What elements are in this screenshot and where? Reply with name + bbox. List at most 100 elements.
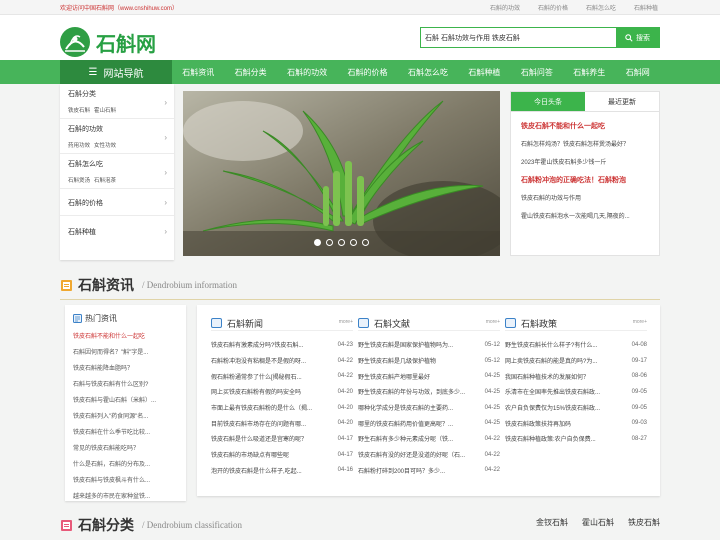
list-item[interactable]: 泡开的铁皮石斛是什么样子,吃起... 04-16 (211, 463, 353, 479)
list-item[interactable]: 石斛粉冲泡没有粘稠是不是假的呀... 04-22 (211, 353, 353, 369)
headline-link[interactable]: 铁皮石斛不能和什么一起吃 (521, 121, 649, 131)
list-item[interactable]: 哪里的铁皮石斛药用价值更高呢？... 04-25 (358, 415, 500, 431)
column-title: 石斛政策 (521, 319, 558, 329)
sidebar-item-price[interactable]: 石斛的价格 › (60, 189, 174, 216)
list-item[interactable]: 石斛粉打碎到200目可吗？多少... 04-22 (358, 463, 500, 479)
slider-dot[interactable] (338, 239, 345, 246)
sidebar-item-how-to-eat[interactable]: 石斛怎么吃 石斛煲汤 石斛泡茶 › (60, 154, 174, 189)
dendrobium-logo-icon (60, 27, 90, 57)
list-item[interactable]: 铁皮石斛有激素成分吗?铁皮石斛... 04-23 (211, 337, 353, 353)
top-link-efficacy[interactable]: 石斛的功效 (490, 3, 520, 12)
sidebar-sub-link[interactable]: 石斛泡茶 (94, 176, 116, 184)
tab-huoshan[interactable]: 霍山石斛 (582, 517, 614, 528)
tab-recent-updates[interactable]: 最近更新 (585, 92, 659, 111)
chevron-right-icon: › (164, 98, 167, 107)
list-item[interactable]: 野生石斛有多少种元素成分呢（铁... 04-22 (358, 431, 500, 447)
list-item[interactable]: 铁皮石斛的市场缺点有哪些呢 04-17 (211, 447, 353, 463)
slider-dot[interactable] (326, 239, 333, 246)
nav-title[interactable]: ☰ 网站导航 (60, 60, 172, 84)
search-input[interactable] (421, 28, 616, 47)
banner-slider[interactable] (183, 91, 500, 256)
hot-news-item[interactable]: 铁皮石斛不能和什么一起吃 (73, 331, 178, 340)
top-link-planting[interactable]: 石斛种植 (634, 3, 658, 12)
sidebar-item-category[interactable]: 石斛分类 铁皮石斛 霍山石斛 › (60, 84, 174, 119)
more-link[interactable]: more+ (633, 319, 647, 325)
tab-today-headlines[interactable]: 今日头条 (511, 92, 585, 111)
nav-item-price[interactable]: 石斛的价格 (348, 67, 388, 78)
item-title: 泡开的铁皮石斛是什么样子,吃起... (211, 468, 302, 475)
headline-link[interactable]: 石斛粉冲泡的正确吃法！石斛粉泡 (521, 175, 649, 185)
nav-item-efficacy[interactable]: 石斛的功效 (287, 67, 327, 78)
slider-dots (314, 239, 369, 246)
list-item[interactable]: 野生铁皮石斛长什么样子?有什么... 04-08 (505, 337, 647, 353)
news-link[interactable]: 2023年霍山铁皮石斛多少钱一斤 (521, 157, 649, 166)
slider-dot[interactable] (314, 239, 321, 246)
list-item[interactable]: 网上卖铁皮石斛的能是真的吗?为... 09-17 (505, 353, 647, 369)
list-item[interactable]: 目前铁皮石斛市场存在的问题有哪... 04-20 (211, 415, 353, 431)
search-button[interactable]: 搜索 (616, 28, 659, 47)
sidebar-sub-link[interactable]: 铁皮石斛 (68, 106, 90, 114)
list-item[interactable]: 我国石斛种植技术的发展如何？ 08-06 (505, 368, 647, 384)
tab-jinchai[interactable]: 金钗石斛 (536, 517, 568, 528)
sidebar-sub-link[interactable]: 药用功效 (68, 141, 90, 149)
hot-news-item[interactable]: 铁皮石斛列入"药食同源"名... (73, 411, 178, 420)
nav-item-category[interactable]: 石斛分类 (235, 67, 267, 78)
logo-text: 石斛网 (96, 31, 156, 56)
sidebar-sub-link[interactable]: 女性功效 (94, 141, 116, 149)
section-subtitle: / Dendrobium information (142, 280, 237, 290)
policy-icon (505, 318, 516, 328)
news-link[interactable]: 霍山铁皮石斛泡水一次能喝几天,隔夜的... (521, 211, 649, 220)
item-title: 网上买铁皮石斛粉有假的吗安全吗 (211, 390, 302, 397)
hot-news-item[interactable]: 铁皮石斛在什么季节吃比较... (73, 427, 178, 436)
list-item[interactable]: 野生铁皮石斛产地哪里最好 04-25 (358, 368, 500, 384)
slider-dot[interactable] (350, 239, 357, 246)
slider-dot[interactable] (362, 239, 369, 246)
nav-item-home[interactable]: 石斛网 (626, 67, 650, 78)
list-item[interactable]: 野生铁皮石斛的年份与功效，到底多少... 04-25 (358, 384, 500, 400)
main-nav: ☰ 网站导航 石斛资讯 石斛分类 石斛的功效 石斛的价格 石斛怎么吃 石斛种植 … (0, 60, 720, 84)
nav-item-how-to-eat[interactable]: 石斛怎么吃 (408, 67, 448, 78)
list-item[interactable]: 农户自负保费仅为15%铁皮石斛政... 09-05 (505, 400, 647, 416)
hot-news-item[interactable]: 铁皮石斛能降血脂吗？ (73, 363, 178, 372)
list-item[interactable]: 野生铁皮石斛是国家保护植物吗为... 05-12 (358, 337, 500, 353)
list-item[interactable]: 网上买铁皮石斛粉有假的吗安全吗 04-20 (211, 384, 353, 400)
list-item[interactable]: 铁皮石斛是什么吸道还是宫寒的呢？ 04-17 (211, 431, 353, 447)
list-item[interactable]: 哪种化学成分是铁皮石斛的主要药... 04-25 (358, 400, 500, 416)
list-item[interactable]: 铁皮石斛有没的好还是没道的好呢（石... 04-22 (358, 447, 500, 463)
news-link[interactable]: 铁皮石斛的功效与作用 (521, 193, 649, 202)
hot-news-item[interactable]: 常见的铁皮石斛能吃吗？ (73, 443, 178, 452)
sidebar-sub-link[interactable]: 霍山石斛 (94, 106, 116, 114)
top-link-how-to-eat[interactable]: 石斛怎么吃 (586, 3, 616, 12)
item-title: 野生石斛有多少种元素成分呢（铁... (358, 437, 454, 444)
chevron-right-icon: › (164, 133, 167, 142)
list-item[interactable]: 铁皮石斛种植政策:农户自负保费... 08-27 (505, 431, 647, 447)
item-date: 04-16 (337, 467, 353, 474)
sidebar-item-title: 石斛分类 (68, 91, 96, 98)
list-item[interactable]: 市面上最有铁皮石斛粉的是什么（揭... 04-20 (211, 400, 353, 416)
nav-item-qa[interactable]: 石斛问答 (521, 67, 553, 78)
item-title: 市面上最有铁皮石斛粉的是什么（揭... (211, 406, 313, 413)
list-item[interactable]: 乐清市在全国率先推出铁皮石斛政... 09-05 (505, 384, 647, 400)
news-link[interactable]: 石斛怎样炖汤？铁皮石斛怎样煲汤最好？ (521, 139, 649, 148)
sidebar-sub-link[interactable]: 石斛煲汤 (68, 176, 90, 184)
hot-news-item[interactable]: 石斛与铁皮石斛有什么区别? (73, 379, 178, 388)
list-item[interactable]: 假石斛粉通常参了什么[揭秘假石... 04-22 (211, 368, 353, 384)
more-link[interactable]: more+ (339, 319, 353, 325)
hot-news-item[interactable]: 铁皮石斛与霍山石斛（米斛）... (73, 395, 178, 404)
list-item[interactable]: 野生铁皮石斛是几级保护植物 05-12 (358, 353, 500, 369)
hot-news-item[interactable]: 石斛因何而得名？"斛"字是... (73, 347, 178, 356)
sidebar-item-efficacy[interactable]: 石斛的功效 药用功效 女性功效 › (60, 119, 174, 154)
hot-news-item[interactable]: 什么是石斛，石斛的分布及... (73, 459, 178, 468)
site-logo[interactable]: 石斛网 (60, 27, 156, 57)
nav-item-news[interactable]: 石斛资讯 (182, 67, 214, 78)
category-sidebar: 石斛分类 铁皮石斛 霍山石斛 › 石斛的功效 药用功效 女性功效 › 石斛怎么吃 石… (60, 84, 174, 260)
top-link-price[interactable]: 石斛的价格 (538, 3, 568, 12)
nav-item-planting[interactable]: 石斛种植 (468, 67, 500, 78)
tab-tiepi[interactable]: 铁皮石斛 (628, 517, 660, 528)
more-link[interactable]: more+ (486, 319, 500, 325)
nav-item-health[interactable]: 石斛养生 (573, 67, 605, 78)
sidebar-item-planting[interactable]: 石斛种植 › (60, 216, 174, 246)
hot-news-item[interactable]: 铁皮石斛与铁皮枫斗有什么... (73, 475, 178, 484)
list-item[interactable]: 铁皮石斛政策扶持再加码 09-03 (505, 415, 647, 431)
hot-news-item[interactable]: 越来越多的市民在家种盆铁... (73, 491, 178, 500)
